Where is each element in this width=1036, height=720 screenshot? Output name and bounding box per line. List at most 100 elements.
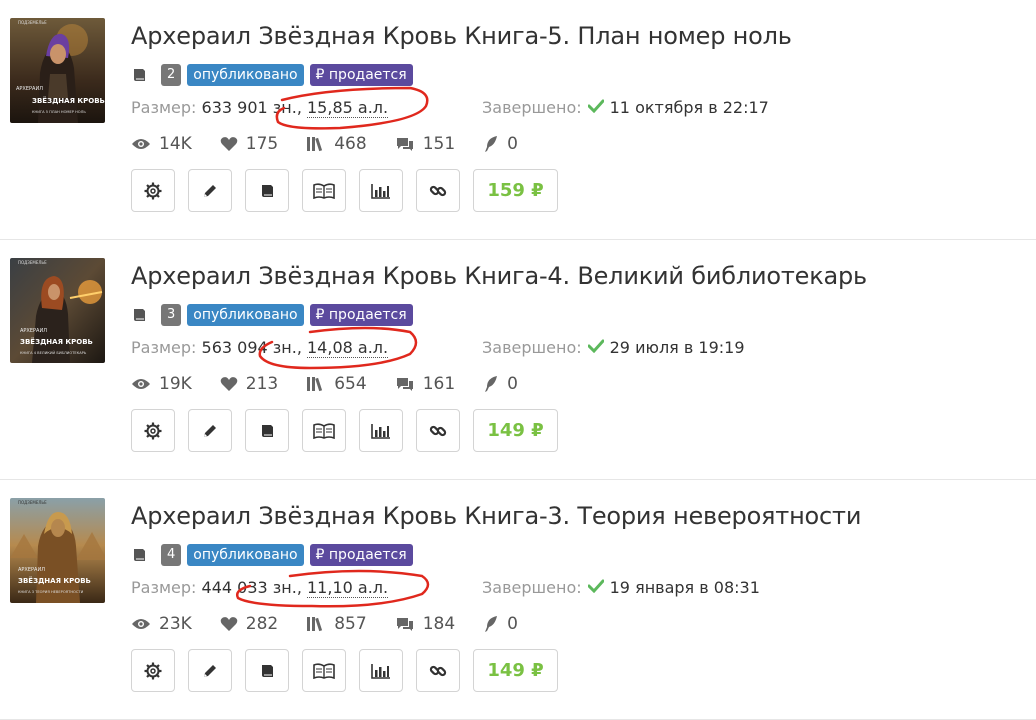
on-sale-badge: ₽ продается [309, 304, 413, 326]
feather-icon [485, 616, 498, 632]
feather-icon [485, 376, 498, 392]
published-badge: опубликовано [187, 544, 304, 566]
stats-row: 14K 175 468 151 0 [131, 134, 546, 154]
link-button[interactable] [416, 409, 460, 452]
heart-icon [220, 377, 238, 391]
actions-row: 149 ₽ [131, 409, 558, 452]
book-cover[interactable]: ПОДЗЕМЕЛЬЕ АРХЕРАИЛ ЗВЁЗДНАЯ КРОВЬ КНИГА… [10, 18, 105, 123]
eye-icon [132, 619, 150, 629]
badge-row: 2 опубликовано ₽ продается [131, 61, 413, 89]
price-button[interactable]: 149 ₽ [473, 409, 558, 452]
completed-line: Завершено: 11 октября в 22:17 [482, 98, 769, 117]
heart-icon [220, 617, 238, 631]
link-icon [429, 425, 447, 436]
feather-icon [485, 136, 498, 152]
read-button[interactable] [302, 649, 346, 692]
cover-subtitle: КНИГА 5 ПЛАН НОМЕР НОЛЬ [32, 110, 86, 114]
size-label: Размер: [131, 578, 197, 597]
settings-button[interactable] [131, 169, 175, 212]
cover-series: ЗВЁЗДНАЯ КРОВЬ [20, 337, 93, 346]
cover-top-text: ПОДЗЕМЕЛЬЕ [18, 260, 47, 265]
on-sale-badge: ₽ продается [309, 544, 413, 566]
book-title-link[interactable]: Архераил Звёздная Кровь Книга-5. План но… [131, 22, 792, 50]
published-badge: опубликовано [187, 304, 304, 326]
size-label: Размер: [131, 98, 197, 117]
awards-count: 0 [507, 134, 518, 154]
completed-date: 29 июля в 19:19 [609, 338, 745, 357]
bar-chart-icon [371, 183, 390, 199]
book-cover[interactable]: ПОДЗЕМЕЛЬЕ АРХЕРАИЛ ЗВЁЗДНАЯ КРОВЬ КНИГА… [10, 258, 105, 363]
book-icon [262, 664, 273, 677]
book-list: ПОДЗЕМЕЛЬЕ АРХЕРАИЛ ЗВЁЗДНАЯ КРОВЬ КНИГА… [0, 0, 1036, 720]
book-title-link[interactable]: Архераил Звёздная Кровь Книга-3. Теория … [131, 502, 861, 530]
stats-button[interactable] [359, 169, 403, 212]
open-book-icon [313, 422, 335, 439]
cover-series: ЗВЁЗДНАЯ КРОВЬ [32, 96, 105, 105]
views-stat: 14K [131, 134, 192, 154]
library-icon [307, 377, 323, 392]
settings-button[interactable] [131, 409, 175, 452]
size-chars: 633 901 зн. [201, 98, 297, 117]
book-button[interactable] [245, 169, 289, 212]
views-count: 14K [159, 134, 192, 154]
check-icon [587, 98, 605, 117]
library-icon [307, 137, 323, 152]
library-stat: 468 [306, 134, 367, 154]
size-sheets: 11,10 а.л. [307, 578, 389, 598]
cover-author: АРХЕРАИЛ [16, 86, 43, 92]
cover-top-text: ПОДЗЕМЕЛЬЕ [18, 20, 47, 25]
badge-row: 3 опубликовано ₽ продается [131, 301, 413, 329]
completed-date: 19 января в 08:31 [609, 578, 760, 597]
settings-button[interactable] [131, 649, 175, 692]
link-button[interactable] [416, 649, 460, 692]
link-icon [429, 185, 447, 196]
library-count: 654 [334, 374, 367, 394]
book-button[interactable] [245, 649, 289, 692]
cover-series: ЗВЁЗДНАЯ КРОВЬ [18, 576, 91, 585]
awards-stat: 0 [483, 374, 518, 394]
edit-button[interactable] [188, 649, 232, 692]
comments-count: 151 [422, 134, 456, 154]
actions-row: 149 ₽ [131, 649, 558, 692]
pencil-icon [204, 424, 216, 437]
cover-subtitle: КНИГА 3 ТЕОРИЯ НЕВЕРОЯТНОСТИ [18, 590, 84, 594]
library-stat: 857 [306, 614, 367, 634]
cover-top-text: ПОДЗЕМЕЛЬЕ [18, 500, 47, 505]
stats-row: 23K 282 857 184 0 [131, 614, 546, 634]
completed-label: Завершено: [482, 338, 582, 357]
book-cover[interactable]: ПОДЗЕМЕЛЬЕ АРХЕРАИЛ ЗВЁЗДНАЯ КРОВЬ КНИГА… [10, 498, 105, 603]
open-book-icon [313, 662, 335, 679]
read-button[interactable] [302, 169, 346, 212]
stats-button[interactable] [359, 649, 403, 692]
comments-count: 161 [422, 374, 456, 394]
gear-icon [144, 662, 162, 679]
book-title-link[interactable]: Архераил Звёздная Кровь Книга-4. Великий… [131, 262, 867, 290]
price-button[interactable]: 159 ₽ [473, 169, 558, 212]
open-book-icon [313, 182, 335, 199]
size-chars: 444 033 зн. [201, 578, 297, 597]
book-number-badge: 4 [161, 544, 182, 566]
views-count: 23K [159, 614, 192, 634]
completed-date: 11 октября в 22:17 [609, 98, 769, 117]
comments-icon [396, 378, 413, 391]
completed-line: Завершено: 19 января в 08:31 [482, 578, 760, 597]
size-line: Размер: 563 094 зн., 14,08 а.л. [131, 338, 389, 358]
eye-icon [132, 379, 150, 389]
stats-button[interactable] [359, 409, 403, 452]
likes-count: 213 [245, 374, 279, 394]
on-sale-badge: ₽ продается [309, 64, 413, 86]
edit-button[interactable] [188, 169, 232, 212]
book-button[interactable] [245, 409, 289, 452]
likes-stat: 213 [220, 374, 278, 394]
likes-stat: 175 [220, 134, 278, 154]
edit-button[interactable] [188, 409, 232, 452]
eye-icon [132, 139, 150, 149]
price-button[interactable]: 149 ₽ [473, 649, 558, 692]
read-button[interactable] [302, 409, 346, 452]
comments-stat: 151 [395, 134, 455, 154]
cover-author: АРХЕРАИЛ [18, 567, 45, 573]
link-button[interactable] [416, 169, 460, 212]
bar-chart-icon [371, 663, 390, 679]
size-sheets: 14,08 а.л. [307, 338, 389, 358]
completed-label: Завершено: [482, 578, 582, 597]
